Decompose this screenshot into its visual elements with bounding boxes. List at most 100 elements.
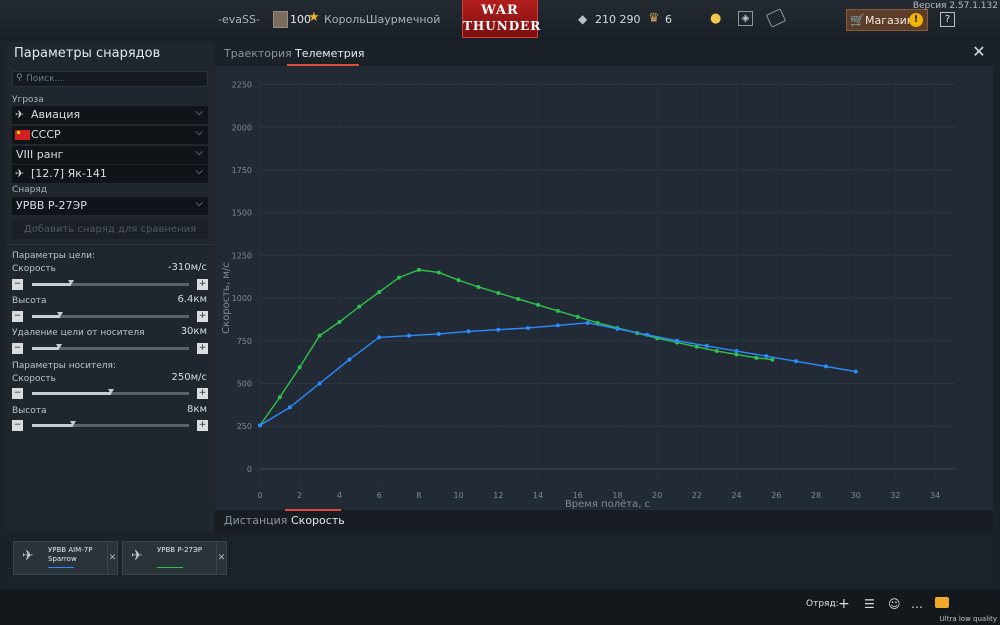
- add-squad-icon[interactable]: +: [838, 596, 850, 612]
- data-point: [317, 381, 322, 386]
- search-input[interactable]: ⚲ Поиск...: [12, 71, 208, 87]
- chevron-down-icon: ⌵: [195, 147, 203, 158]
- missile-icon: ✈: [22, 548, 34, 564]
- slider-track[interactable]: [32, 389, 189, 395]
- x-tick-label: 26: [771, 491, 781, 500]
- increase-button[interactable]: +: [197, 420, 208, 431]
- chevron-down-icon: ⌵: [195, 107, 203, 118]
- remove-compare-button[interactable]: ✕: [216, 541, 227, 575]
- data-point: [555, 308, 560, 313]
- silver-balance[interactable]: 210 290: [595, 13, 641, 26]
- data-point: [377, 290, 382, 295]
- slider-handle[interactable]: [55, 344, 62, 349]
- add-compare-button[interactable]: Добавить снаряд для сравнения: [12, 220, 208, 239]
- data-point: [496, 290, 501, 295]
- shop-button[interactable]: 🛒 Магазин !: [846, 9, 928, 31]
- remove-compare-button[interactable]: ✕: [107, 541, 118, 575]
- compare-card[interactable]: ✈ УРВВ Р-27ЭР: [122, 541, 226, 575]
- lightbulb-icon[interactable]: ●: [710, 11, 721, 26]
- x-tick-label: 0: [257, 491, 262, 500]
- increase-button[interactable]: +: [197, 343, 208, 354]
- data-point: [337, 320, 342, 324]
- slider-track[interactable]: [32, 344, 189, 350]
- shell-value: УРВВ Р-27ЭР: [16, 199, 87, 212]
- slider-track[interactable]: [32, 280, 189, 286]
- carrier-speed-slider[interactable]: − +: [12, 388, 208, 399]
- chat-icon[interactable]: …: [911, 597, 923, 611]
- decrease-button[interactable]: −: [12, 343, 23, 354]
- target-altitude-label: Высота: [12, 296, 47, 306]
- increase-button[interactable]: +: [197, 311, 208, 322]
- chevron-down-icon: ⌵: [195, 127, 203, 138]
- top-tabs: Траектория Телеметрия ✕: [215, 42, 993, 66]
- bottom-bar: Отряд: + ☰ ☺ … Ultra low quality: [0, 590, 1000, 625]
- war-thunder-logo: WAR THUNDER: [462, 0, 542, 38]
- slider-track[interactable]: [32, 312, 189, 318]
- slider-handle[interactable]: [107, 389, 114, 394]
- data-point: [406, 333, 411, 338]
- list-icon[interactable]: ☰: [864, 597, 875, 611]
- decrease-button[interactable]: −: [12, 388, 23, 399]
- rank-dropdown[interactable]: VIII ранг ⌵: [12, 146, 208, 164]
- x-tick-label: 14: [533, 491, 543, 500]
- country-dropdown[interactable]: СССР ⌵: [12, 126, 208, 144]
- data-point: [704, 343, 709, 348]
- ticket-icon[interactable]: [765, 8, 787, 28]
- shell-dropdown[interactable]: УРВВ Р-27ЭР ⌵: [12, 197, 208, 215]
- increase-button[interactable]: +: [197, 388, 208, 399]
- data-point: [277, 395, 282, 400]
- x-tick-label: 12: [493, 491, 503, 500]
- slider-handle[interactable]: [68, 280, 75, 285]
- gold-balance[interactable]: 6: [665, 13, 672, 26]
- tab-distance[interactable]: Дистанция: [224, 514, 287, 527]
- speed-chart: 0 250 500 750 1000 1250 1500 1750 2000 2250 0 2 4 6 8 1…: [215, 66, 993, 510]
- tab-trajectory[interactable]: Траектория: [224, 47, 292, 60]
- help-button[interactable]: ?: [940, 12, 955, 27]
- increase-button[interactable]: +: [197, 279, 208, 290]
- player-nickname[interactable]: -evaSS-: [218, 13, 260, 26]
- compare-card[interactable]: ✈ УРВВ AIM-7P Sparrow: [13, 541, 117, 575]
- y-tick-label: 0: [247, 465, 252, 474]
- jet-icon: ✈: [15, 167, 25, 180]
- data-point: [476, 284, 481, 289]
- mail-icon[interactable]: [935, 597, 949, 608]
- data-point: [615, 326, 620, 331]
- contacts-icon[interactable]: ☺: [888, 597, 901, 611]
- threat-type-dropdown[interactable]: ✈ Авиация ⌵: [12, 106, 208, 124]
- target-altitude-slider[interactable]: − +: [12, 311, 208, 322]
- slider-handle[interactable]: [69, 421, 76, 426]
- panel-title: Параметры снарядов: [14, 46, 161, 61]
- target-speed-slider[interactable]: − +: [12, 279, 208, 290]
- premium-icon[interactable]: ◈: [738, 11, 753, 26]
- star-icon: ★: [308, 10, 320, 25]
- logo-line-2: THUNDER: [463, 19, 542, 33]
- decrease-button[interactable]: −: [12, 311, 23, 322]
- squad-label: Отряд:: [806, 599, 839, 609]
- chevron-down-icon: ⌵: [195, 166, 203, 177]
- aircraft-value: [12.7] Як-141: [31, 167, 107, 180]
- target-distance-slider[interactable]: − +: [12, 343, 208, 354]
- y-tick-label: 250: [237, 422, 252, 431]
- y-tick-label: 500: [237, 380, 252, 389]
- tab-speed[interactable]: Скорость: [291, 514, 345, 527]
- threat-type-value: Авиация: [31, 108, 81, 121]
- y-tick-label: 750: [237, 337, 252, 346]
- decrease-button[interactable]: −: [12, 420, 23, 431]
- carrier-altitude-slider[interactable]: − +: [12, 420, 208, 431]
- target-speed-value: -310м/с: [167, 262, 207, 273]
- slider-fill: [32, 392, 111, 395]
- data-point: [853, 369, 858, 374]
- x-tick-label: 6: [377, 491, 382, 500]
- data-point: [675, 338, 679, 343]
- x-tick-label: 30: [851, 491, 861, 500]
- slider-track[interactable]: [32, 421, 189, 427]
- slider-handle[interactable]: [57, 312, 64, 317]
- decrease-button[interactable]: −: [12, 279, 23, 290]
- close-icon[interactable]: ✕: [971, 44, 987, 60]
- x-tick-label: 2: [297, 491, 302, 500]
- player-title[interactable]: КорольШаурмечной: [324, 13, 440, 26]
- y-tick-label: 1000: [232, 294, 252, 303]
- aircraft-dropdown[interactable]: ✈ [12.7] Як-141 ⌵: [12, 165, 208, 183]
- avatar[interactable]: [273, 11, 288, 28]
- tab-telemetry[interactable]: Телеметрия: [295, 47, 365, 60]
